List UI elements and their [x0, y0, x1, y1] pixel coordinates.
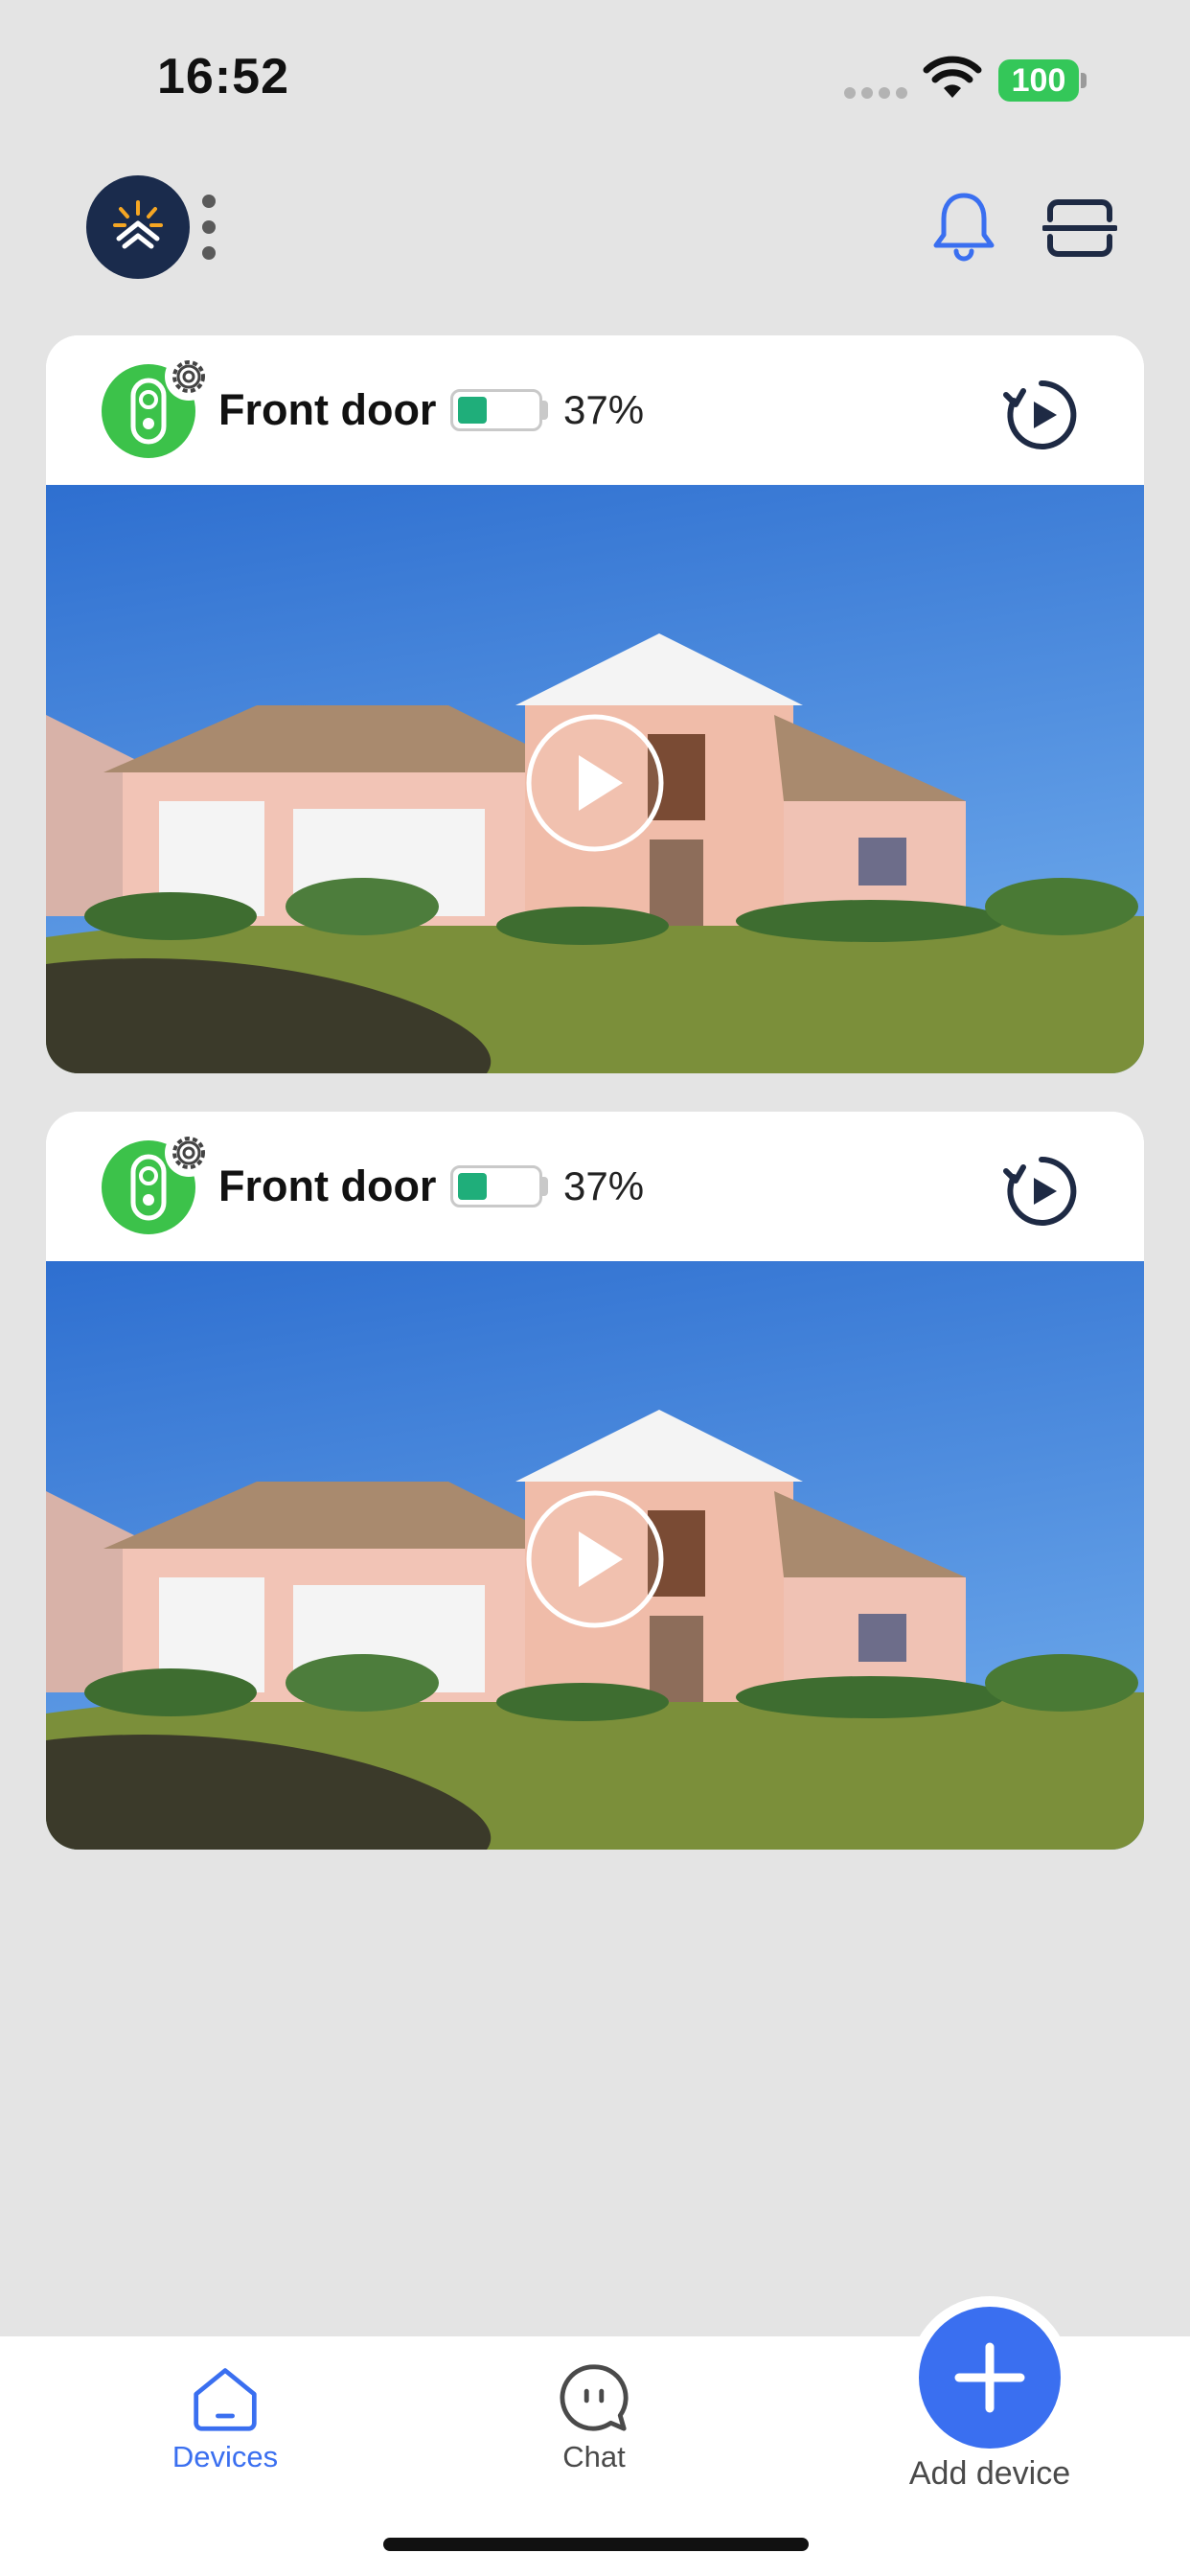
device-battery-nub: [542, 401, 548, 420]
home-icon: [194, 2368, 257, 2431]
status-bar: 16:52 100: [0, 0, 1190, 144]
device-battery-fill: [458, 1173, 487, 1200]
playback-history-icon[interactable]: [1002, 1152, 1081, 1230]
device-battery-icon: [450, 1165, 542, 1208]
status-battery-icon: 100: [998, 59, 1079, 102]
tab-chat-label: Chat: [562, 2440, 626, 2473]
device-card-header: Front door 37%: [46, 335, 1144, 485]
cellular-signal-icon: [844, 87, 907, 99]
camera-preview-image[interactable]: [46, 485, 1144, 1073]
device-name: Front door: [218, 1162, 437, 1210]
device-settings-icon[interactable]: [165, 353, 213, 401]
scan-icon[interactable]: [1042, 196, 1117, 260]
status-time: 16:52: [157, 49, 289, 104]
house-sun-logo-icon: [113, 200, 163, 249]
device-name: Front door: [218, 385, 437, 434]
tab-devices-label: Devices: [172, 2440, 279, 2473]
device-settings-icon[interactable]: [165, 1129, 213, 1177]
device-battery-percent: 37%: [563, 387, 645, 432]
tab-chat[interactable]: Chat: [513, 2358, 675, 2482]
device-battery-percent: 37%: [563, 1163, 645, 1208]
play-icon[interactable]: [523, 711, 667, 855]
status-battery-nub: [1081, 73, 1087, 88]
device-card[interactable]: Front door 37%: [46, 335, 1144, 1073]
device-battery-nub: [542, 1177, 548, 1196]
add-device-label: Add device: [908, 2455, 1071, 2492]
home-indicator: [383, 2538, 809, 2551]
play-icon[interactable]: [523, 1487, 667, 1631]
device-battery-icon: [450, 389, 542, 431]
chat-bubble-icon: [560, 2364, 629, 2431]
vertical-dots-icon[interactable]: [199, 192, 218, 263]
playback-history-icon[interactable]: [1002, 376, 1081, 454]
app-logo-button[interactable]: [86, 175, 190, 279]
wifi-icon: [923, 56, 982, 98]
device-battery-fill: [458, 397, 487, 424]
camera-preview-image[interactable]: [46, 1261, 1144, 1850]
plus-icon: [954, 2342, 1025, 2413]
bell-icon[interactable]: [929, 190, 998, 264]
add-device-button[interactable]: [919, 2307, 1061, 2449]
device-card-header: Front door 37%: [46, 1112, 1144, 1261]
tab-devices[interactable]: Devices: [144, 2358, 307, 2482]
device-card[interactable]: Front door 37%: [46, 1112, 1144, 1850]
